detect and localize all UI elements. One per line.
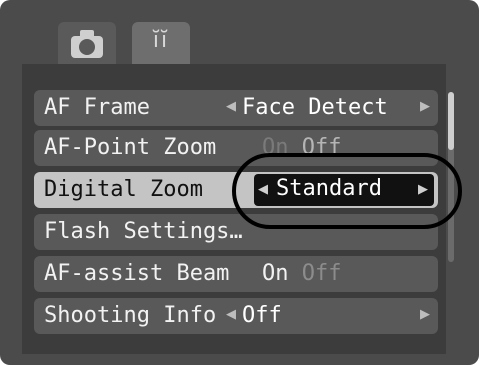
camera-lens-icon	[79, 39, 95, 55]
menu-item-label: AF Frame	[44, 95, 150, 120]
menu-item-af-frame[interactable]: AF Frame ◀ Face Detect ▶	[34, 90, 438, 126]
arrow-right-icon[interactable]: ▶	[420, 307, 430, 322]
menu-item-label: Digital Zoom	[44, 177, 203, 202]
wrench-icon: ĭĭ	[152, 28, 170, 53]
option-on[interactable]: On	[262, 261, 302, 286]
menu-item-shooting-info[interactable]: Shooting Info ◀ Off ▶	[34, 298, 438, 334]
highlight-ring-annotation	[232, 153, 462, 229]
onoff-options: On Off	[262, 261, 342, 286]
menu-item-label: Shooting Info	[44, 303, 217, 328]
scrollbar-thumb[interactable]	[448, 92, 454, 150]
menu-item-value: Off	[242, 303, 282, 328]
menu-item-label: AF-Point Zoom	[44, 135, 217, 160]
arrow-right-icon[interactable]: ▶	[420, 99, 430, 114]
option-off[interactable]: Off	[302, 261, 342, 286]
arrow-left-icon[interactable]: ◀	[226, 307, 236, 322]
menu-item-label: Flash Settings…	[44, 219, 243, 244]
tab-shooting[interactable]	[58, 22, 116, 64]
menu-item-label: AF-assist Beam	[44, 261, 230, 286]
menu-item-value: Face Detect	[242, 95, 388, 120]
arrow-left-icon[interactable]: ◀	[226, 99, 236, 114]
menu-item-af-assist-beam[interactable]: AF-assist Beam On Off	[34, 256, 438, 292]
tab-settings[interactable]: ĭĭ	[132, 22, 190, 64]
camera-menu-screen: ĭĭ AF Frame ◀ Face Detect ▶ AF-Point Zoo…	[0, 0, 479, 365]
